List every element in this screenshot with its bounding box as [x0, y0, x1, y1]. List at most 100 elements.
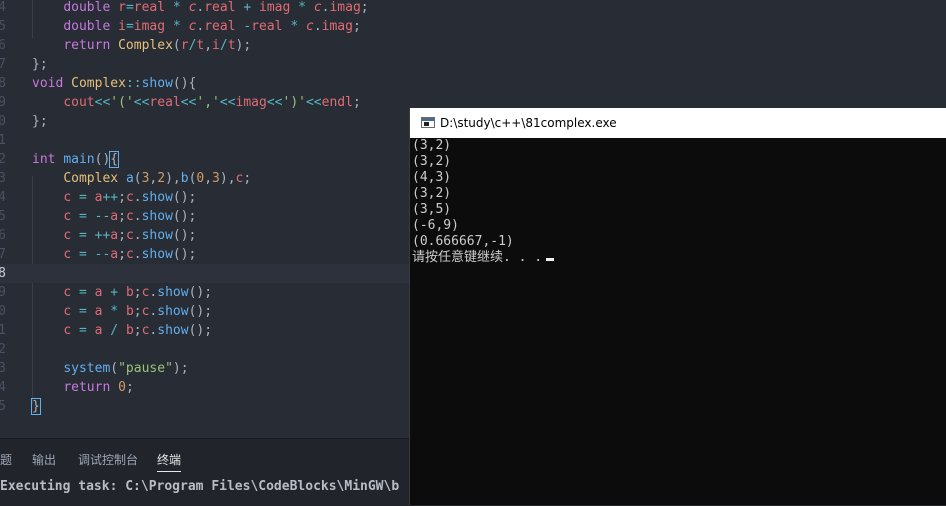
code-token: b [125, 323, 134, 338]
code-token: (); [172, 247, 197, 262]
code-token: ( [133, 171, 142, 186]
code-token: = [78, 323, 87, 338]
code-text: return Complex(r/t,i/t); [32, 36, 251, 55]
console-prompt: 请按任意键继续. . . [412, 250, 543, 265]
code-token: () [94, 152, 111, 167]
code-token: } [31, 398, 41, 415]
code-token: ; [118, 228, 126, 243]
line-number: 8 [0, 76, 6, 91]
code-token: i [118, 19, 126, 34]
code-token: show [157, 304, 189, 319]
code-token: b [125, 285, 134, 300]
code-token: ; [133, 323, 142, 338]
code-token: << [133, 95, 150, 110]
code-token: = [78, 190, 87, 205]
tab-terminal[interactable]: 终端 [157, 449, 182, 472]
code-token: show [141, 190, 173, 205]
code-token: 3 [212, 171, 220, 186]
line-number: 2 [0, 152, 6, 167]
tab-debug-console[interactable]: 调试控制台 [78, 449, 138, 471]
line-number: 1 [0, 323, 6, 338]
code-token: }; [32, 114, 48, 129]
line-number: 3 [0, 361, 6, 376]
code-token: }; [32, 57, 48, 72]
code-token: ; [125, 380, 134, 395]
code-text: c = --a;c.show(); [32, 245, 196, 264]
code-token: (); [172, 209, 197, 224]
code-token: imag [329, 0, 361, 15]
tab-output[interactable]: 输出 [32, 449, 56, 471]
code-line[interactable]: 5 double i=imag * c.real -real * c.imag; [0, 17, 946, 36]
code-token: c [63, 285, 72, 300]
code-token: real [133, 0, 166, 15]
code-line[interactable]: 6 return Complex(r/t,i/t); [0, 36, 946, 55]
code-token: ; [118, 209, 126, 224]
console-output[interactable]: (3,2) (3,2) (4,3) (3,2) (3,5) (-6,9) (0.… [412, 138, 945, 503]
code-token: = [125, 19, 134, 34]
line-number: 9 [0, 285, 6, 300]
code-token: a [110, 247, 119, 262]
code-text: cout<<'('<<real<<','<<imag<<')'<<endl; [32, 93, 360, 112]
tab-problems[interactable]: 题 [0, 449, 12, 471]
code-token: c [63, 228, 72, 243]
code-token: '(' [110, 95, 134, 110]
console-window[interactable]: D:\study\c++\81complex.exe (3,2) (3,2) (… [409, 108, 946, 505]
code-token: show [141, 228, 173, 243]
code-token: a [125, 171, 134, 186]
code-token: a [110, 209, 119, 224]
code-text: double i=imag * c.real -real * c.imag; [32, 17, 360, 36]
code-token: return [63, 38, 111, 53]
code-token: (); [172, 228, 197, 243]
code-token: 2 [157, 171, 166, 186]
code-token: (); [188, 323, 213, 338]
code-text: Complex a(3,2),b(0,3),c; [32, 169, 251, 188]
code-line[interactable]: 8 void Complex::show(){ [0, 74, 946, 93]
code-token: b [125, 304, 134, 319]
console-line: (-6,9) [412, 218, 459, 233]
console-prompt-line: 请按任意键继续. . . [412, 250, 945, 266]
console-line: (3,5) [412, 202, 452, 217]
code-line[interactable]: 7}; [0, 55, 946, 74]
line-number: 6 [0, 228, 6, 243]
code-line[interactable]: 4 double r=real * c.real + imag * c.imag… [0, 0, 946, 17]
code-token: "pause" [118, 361, 173, 376]
line-number: 7 [0, 247, 6, 262]
code-token: + [110, 285, 119, 300]
code-token: real [251, 19, 283, 34]
console-titlebar[interactable]: D:\study\c++\81complex.exe [410, 108, 946, 138]
console-app-icon [421, 117, 435, 128]
code-token: { [109, 151, 120, 168]
code-token: << [94, 95, 111, 110]
line-number: 2 [0, 342, 6, 357]
text-cursor [546, 258, 555, 261]
code-token: r [180, 38, 189, 53]
code-token: = [125, 0, 134, 15]
code-token: show [141, 76, 173, 91]
code-token: ( [110, 361, 119, 376]
code-token: (); [188, 304, 213, 319]
code-token: . [313, 19, 322, 34]
code-text: int main(){ [32, 150, 120, 169]
code-token: / [219, 38, 228, 53]
code-token: ; [118, 247, 126, 262]
code-token: r [118, 0, 126, 15]
code-token: c [63, 323, 72, 338]
code-token: = [78, 209, 87, 224]
